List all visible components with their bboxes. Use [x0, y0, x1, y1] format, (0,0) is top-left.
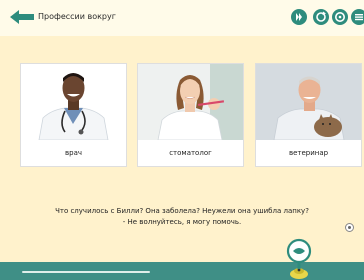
card-dentist[interactable]: стоматолог [137, 63, 244, 167]
refresh-icon [316, 11, 326, 22]
card-vet[interactable]: ветеринар [255, 63, 362, 167]
dialog-line: - Не волнуйтесь, я могу помочь. [122, 218, 242, 226]
back-arrow-icon[interactable] [10, 10, 34, 24]
refresh-button[interactable] [313, 9, 329, 25]
top-bar: Профессии вокруг [0, 0, 364, 36]
app-screen: Профессии вокруг врач стоматолог ветерин… [0, 0, 364, 280]
card-label: врач [65, 149, 82, 157]
card-doctor[interactable]: врач [20, 63, 127, 167]
menu-icon [355, 14, 363, 21]
vet-photo [256, 64, 361, 140]
settings-button[interactable] [332, 9, 348, 25]
mascot-lamp-icon[interactable] [285, 237, 313, 280]
dialog-line: Что случилось с Билли? Она заболела? Неу… [55, 207, 309, 215]
dentist-photo [138, 64, 243, 140]
page-title: Профессии вокруг [38, 12, 116, 21]
doctor-photo [21, 64, 126, 140]
menu-button[interactable] [351, 9, 364, 25]
play-button[interactable] [291, 9, 307, 25]
settings-icon [335, 12, 345, 22]
card-label: стоматолог [169, 149, 212, 157]
dialog-text: Что случилось с Билли? Она заболела? Неу… [20, 206, 344, 228]
progress-track [22, 271, 150, 273]
card-label: ветеринар [288, 149, 329, 157]
play-icon [296, 13, 302, 21]
info-icon[interactable] [345, 223, 354, 232]
